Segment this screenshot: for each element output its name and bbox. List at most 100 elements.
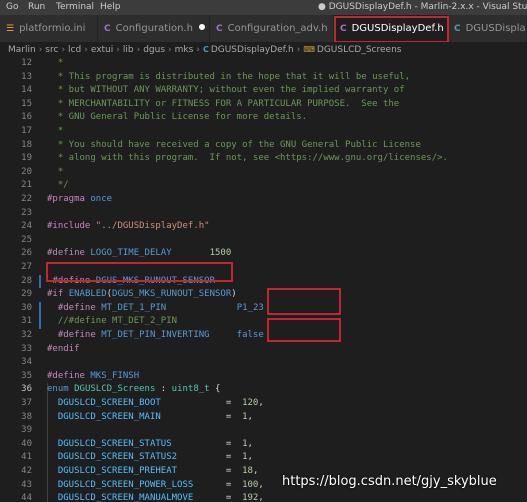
line-number: 17 (21, 126, 32, 136)
code-text[interactable]: #endif (47, 343, 80, 357)
line-number: 16 (21, 112, 32, 123)
code-line[interactable]: 19 * along with this program. If not, se… (0, 152, 527, 166)
code-line[interactable]: 30 #define MT_DET_1_PIN P1_23 (0, 301, 527, 316)
code-line[interactable]: 41 DGUSLCD_SCREEN_STATUS2 = 1, (0, 451, 527, 465)
tab-dgusdisplaydef-active[interactable]: C DGUSDisplayDef.h (334, 15, 448, 42)
git-change-marker[interactable] (39, 274, 41, 289)
line-number: 19 (21, 153, 32, 164)
code-line[interactable]: 27 (0, 261, 527, 275)
code-line[interactable]: 39 (0, 424, 527, 438)
code-line[interactable]: 34 (0, 356, 527, 370)
code-line[interactable]: 40 DGUSLCD_SCREEN_STATUS = 1, (0, 438, 527, 452)
code-line[interactable]: 15 * MERCHANTABILITY or FITNESS FOR A PA… (0, 98, 527, 112)
code-line[interactable]: 26 #define LOGO_TIME_DELAY 1500 (0, 247, 527, 261)
line-number: 14 (21, 85, 32, 96)
code-line[interactable]: 33 #endif (0, 343, 527, 357)
code-line[interactable]: 24 #include "../DGUSDisplayDef.h" (0, 220, 527, 234)
code-text[interactable]: * but WITHOUT ANY WARRANTY; without even… (47, 84, 405, 98)
code-text[interactable]: #if ENABLED(DGUS_MKS_RUNOUT_SENSOR) (47, 288, 237, 302)
breadcrumb-item[interactable]: extui (91, 45, 113, 55)
code-line[interactable]: 13 * This program is distributed in the … (0, 71, 527, 85)
line-number: 20 (21, 166, 32, 177)
code-text[interactable]: * GNU General Public License for more de… (47, 111, 307, 125)
code-line[interactable]: 28 #define DGUS_MKS_RUNOUT_SENSOR (0, 274, 527, 289)
code-text[interactable]: * (47, 125, 63, 139)
breadcrumb-item[interactable]: lib (123, 45, 134, 55)
code-line[interactable]: 38 DGUSLCD_SCREEN_MAIN = 1, (0, 411, 527, 425)
code-text[interactable]: * (47, 166, 63, 180)
code-text[interactable]: #pragma once (47, 193, 112, 207)
code-text[interactable]: DGUSLCD_SCREEN_BOOT = 120, (47, 397, 264, 411)
code-line[interactable]: 17 * (0, 125, 527, 139)
code-text[interactable]: * MERCHANTABILITY or FITNESS FOR A PARTI… (47, 98, 399, 112)
breadcrumb-item[interactable]: src (45, 45, 58, 55)
menu-terminal[interactable]: Terminal (56, 0, 94, 15)
tab-dgusdisplaydef-other[interactable]: C DGUSDisplayDef. (448, 15, 527, 42)
code-text[interactable]: * You should have received a copy of the… (47, 139, 421, 153)
code-line[interactable]: 21 */ (0, 179, 527, 193)
menu-help[interactable]: Help (100, 0, 121, 15)
code-text[interactable]: //#define MT_DET_2_PIN (47, 315, 177, 329)
breadcrumb-file[interactable]: DGUSDisplayDef.h (211, 45, 294, 55)
code-text[interactable]: #define LOGO_TIME_DELAY 1500 (47, 247, 231, 261)
line-number: 43 (21, 479, 32, 490)
breadcrumb-item[interactable]: dgus (143, 45, 165, 55)
code-line[interactable]: 23 (0, 207, 527, 221)
code-text[interactable]: #define MT_DET_PIN_INVERTING false (47, 329, 264, 343)
code-editor[interactable]: 12 * 13 * This program is distributed in … (0, 57, 527, 502)
code-line[interactable]: 18 * You should have received a copy of … (0, 139, 527, 153)
chevron-right-icon: › (168, 45, 172, 55)
code-text[interactable]: DGUSLCD_SCREEN_STATUS2 = 1, (47, 451, 253, 465)
modified-dot-icon[interactable] (198, 24, 205, 30)
chevron-right-icon: › (296, 45, 301, 55)
line-number: 21 (21, 180, 32, 191)
line-number: 36 (21, 384, 32, 395)
code-line[interactable]: 16 * GNU General Public License for more… (0, 111, 527, 125)
code-line[interactable]: 36 enum DGUSLCD_Screens : uint8_t { (0, 383, 527, 397)
git-change-marker[interactable] (39, 315, 41, 329)
code-line[interactable]: 12 * (0, 57, 527, 71)
line-number: 25 (21, 234, 32, 245)
git-change-marker[interactable] (39, 301, 41, 316)
code-line[interactable]: 20 * (0, 166, 527, 180)
breadcrumb-item[interactable]: mks (175, 45, 194, 55)
code-text[interactable]: DGUSLCD_SCREEN_MAIN = 1, (47, 411, 253, 425)
tab-configuration-adv[interactable]: C Configuration_adv.h (210, 15, 334, 42)
code-text[interactable]: #include "../DGUSDisplayDef.h" (47, 220, 210, 234)
code-line[interactable]: 25 (0, 234, 527, 248)
code-text[interactable]: DGUSLCD_SCREEN_STATUS = 1, (47, 438, 253, 452)
code-text[interactable]: DGUSLCD_SCREEN_PREHEAT = 18, (47, 465, 259, 479)
code-text[interactable]: #define MKS_FINSH (47, 370, 139, 384)
code-line[interactable]: 31 //#define MT_DET_2_PIN (0, 315, 527, 329)
chevron-right-icon: › (196, 45, 200, 55)
tab-platformio[interactable]: ☰ platformio.ini (0, 15, 98, 42)
breadcrumb-item[interactable]: lcd (68, 45, 81, 55)
chevron-right-icon: › (84, 45, 88, 55)
menu-run[interactable]: Run (28, 0, 45, 15)
code-text[interactable]: #define DGUS_MKS_RUNOUT_SENSOR (47, 275, 215, 289)
code-text[interactable]: * This program is distributed in the hop… (47, 71, 410, 85)
code-text[interactable]: #define MT_DET_1_PIN P1_23 (47, 302, 264, 316)
breadcrumb-symbol[interactable]: DGUSLCD_Screens (317, 45, 402, 55)
menu-go[interactable]: Go (6, 0, 18, 15)
chevron-right-icon: › (116, 45, 120, 55)
code-line[interactable]: 14 * but WITHOUT ANY WARRANTY; without e… (0, 84, 527, 98)
code-line[interactable]: 44 DGUSLCD_SCREEN_MANUALMOVE = 192, (0, 492, 527, 502)
code-text[interactable]: DGUSLCD_SCREEN_MANUALMOVE = 192, (47, 492, 264, 502)
code-text[interactable]: DGUSLCD_SCREEN_POWER_LOSS = 100, (47, 479, 264, 493)
code-line[interactable]: 32 #define MT_DET_PIN_INVERTING false (0, 329, 527, 343)
code-text[interactable]: enum DGUSLCD_Screens : uint8_t { (47, 383, 220, 397)
code-line[interactable]: 35 #define MKS_FINSH (0, 370, 527, 384)
breadcrumb-item[interactable]: Marlin (8, 45, 36, 55)
c-file-icon: C (202, 45, 209, 54)
code-text[interactable]: */ (47, 179, 69, 193)
code-text[interactable]: * (47, 57, 63, 71)
code-line[interactable]: 37 DGUSLCD_SCREEN_BOOT = 120, (0, 397, 527, 411)
tab-configuration[interactable]: C Configuration.h (98, 15, 210, 42)
code-text[interactable]: * along with this program. If not, see <… (47, 152, 448, 166)
code-line[interactable]: 22 #pragma once (0, 193, 527, 207)
tab-label: DGUSDisplayDef. (465, 23, 526, 34)
tab-label: Configuration_adv.h (227, 23, 328, 34)
code-line[interactable]: 29 #if ENABLED(DGUS_MKS_RUNOUT_SENSOR) (0, 288, 527, 302)
c-file-icon: C (216, 24, 223, 34)
